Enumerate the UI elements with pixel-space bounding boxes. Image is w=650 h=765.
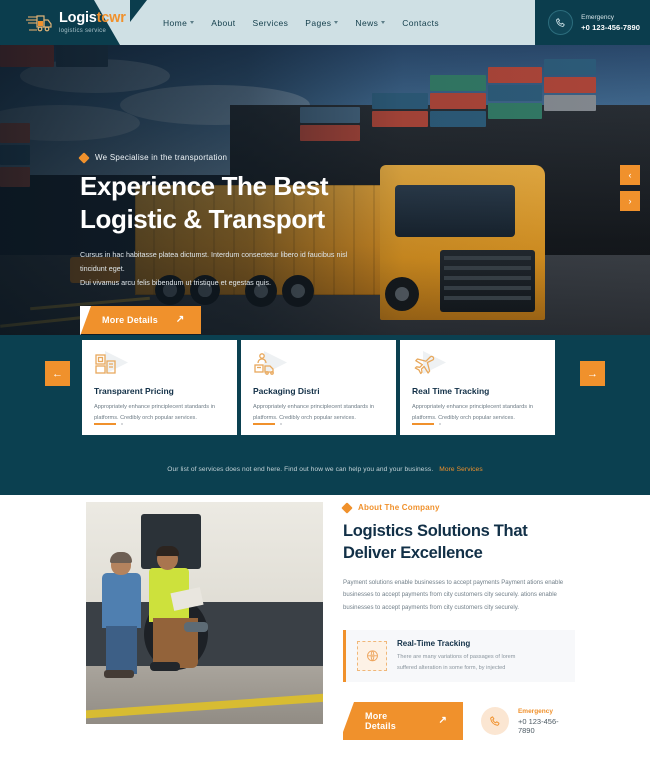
service-card-desc: Appropriately enhance principlecent stan…	[94, 404, 215, 422]
packaging-worker-icon	[254, 353, 274, 375]
about-photo	[86, 502, 323, 724]
header-emergency-text: Emergency +0 123-456-7890	[581, 13, 640, 32]
brand-tagline: logistics service	[59, 27, 107, 34]
card-rule	[94, 423, 123, 425]
services-note: Our list of services does not end here. …	[0, 466, 650, 473]
about-emergency-contact[interactable]: Emergency +0 123-456-7890	[481, 707, 575, 735]
services-prev-button[interactable]: ←	[45, 361, 70, 386]
package-box-icon	[95, 354, 116, 374]
about-feature-box: Real-Time Tracking There are many variat…	[343, 629, 575, 683]
hero-next-button[interactable]: ›	[620, 191, 640, 211]
nav-item-about[interactable]: About	[211, 18, 235, 28]
about-feature-text: Real-Time Tracking There are many variat…	[397, 639, 515, 673]
service-card-desc: Appropriately enhance principlecent stan…	[253, 404, 374, 422]
truck-icon	[26, 12, 52, 34]
hero-description: Cursus in hac habitasse platea dictumst.…	[80, 249, 348, 287]
service-card[interactable]: Transparent Pricing Appropriately enhanc…	[82, 340, 237, 435]
card-rule	[412, 423, 441, 425]
hero-more-details-button[interactable]: More Details ↗	[80, 305, 201, 335]
person-driver	[146, 546, 208, 672]
about-tagline: About The Company	[341, 501, 575, 514]
person-inspector	[102, 552, 142, 678]
page-root: Logistcwr logistics service Home About S…	[0, 0, 650, 765]
nav-item-pages[interactable]: Pages	[305, 18, 339, 28]
nav-item-news[interactable]: News	[355, 18, 386, 28]
card-icon-wrapper	[94, 351, 128, 377]
phone-icon	[548, 10, 574, 35]
diamond-icon	[341, 501, 353, 514]
chevron-down-icon	[381, 21, 386, 24]
services-prev-control: ←	[45, 361, 70, 386]
service-card-desc: Appropriately enhance principlecent stan…	[412, 404, 533, 422]
about-content: About The Company Logistics Solutions Th…	[341, 501, 575, 741]
services-note-text: Our list of services does not end here. …	[167, 466, 434, 473]
emergency-label: Emergency	[581, 14, 615, 22]
hero-prev-button[interactable]: ‹	[620, 165, 640, 185]
emergency-number: +0 123-456-7890	[517, 717, 559, 736]
chevron-down-icon	[190, 21, 195, 24]
diamond-icon	[78, 151, 90, 164]
about-feature-title: Real-Time Tracking	[397, 638, 471, 648]
about-emergency-text: Emergency +0 123-456-7890	[518, 707, 575, 735]
about-cta-row: More Details ↗ Emergency +0 123-456-7890	[343, 702, 575, 741]
brand-name: Logistcwr	[59, 10, 126, 27]
about-description: Payment solutions enable businesses to a…	[343, 578, 564, 612]
nav-item-services[interactable]: Services	[253, 18, 289, 28]
card-icon-wrapper	[253, 351, 287, 377]
brand-logo[interactable]: Logistcwr logistics service	[0, 0, 126, 45]
services-next-control: →	[580, 361, 605, 386]
globe-tracking-icon	[357, 641, 387, 672]
emergency-label: Emergency	[517, 707, 553, 715]
service-card[interactable]: Real Time Tracking Appropriately enhance…	[400, 340, 555, 435]
service-card-title: Transparent Pricing	[94, 386, 174, 396]
emergency-number: +0 123-456-7890	[581, 22, 640, 32]
header-emergency-contact[interactable]: Emergency +0 123-456-7890	[548, 0, 640, 45]
hero-slider: We Specialise in the transportation Expe…	[0, 45, 650, 335]
about-more-details-button[interactable]: More Details ↗	[343, 702, 464, 741]
hero-slider-controls: ‹ ›	[620, 165, 640, 217]
card-rule	[253, 423, 282, 425]
chevron-down-icon	[334, 21, 339, 24]
card-icon-wrapper	[412, 351, 446, 377]
hero-title: Experience The Best Logistic & Transport	[80, 171, 329, 235]
service-card[interactable]: Packaging Distri Appropriately enhance p…	[241, 340, 396, 435]
service-card-title: Real Time Tracking	[412, 386, 490, 396]
arrow-up-right-icon: ↗	[438, 715, 448, 727]
services-next-button[interactable]: →	[580, 361, 605, 386]
nav-item-contacts[interactable]: Contacts	[402, 18, 439, 28]
about-cta-label: More Details	[365, 711, 396, 732]
phone-icon	[481, 707, 509, 736]
about-feature-desc: There are many variations of passages of…	[397, 653, 516, 671]
arrow-up-right-icon: ↗	[175, 313, 185, 325]
nav-item-home[interactable]: Home	[163, 18, 195, 28]
service-card-title: Packaging Distri	[253, 386, 320, 396]
hero-cta-label: More Details	[102, 314, 158, 325]
main-navigation: Home About Services Pages News Contacts	[163, 0, 439, 45]
hero-content: We Specialise in the transportation Expe…	[78, 151, 400, 335]
more-services-link[interactable]: More Services	[439, 466, 482, 473]
about-title: Logistics Solutions That Deliver Excelle…	[343, 522, 528, 562]
site-header: Logistcwr logistics service Home About S…	[0, 0, 650, 45]
services-card-list: Transparent Pricing Appropriately enhanc…	[82, 340, 555, 435]
hero-tagline: We Specialise in the transportation	[78, 151, 400, 164]
services-band: ← → Transparent Pricing Appropriately en…	[0, 335, 650, 495]
about-section: About The Company Logistics Solutions Th…	[0, 495, 650, 765]
brand-text: Logistcwr logistics service	[59, 11, 126, 34]
airplane-icon	[414, 355, 435, 375]
